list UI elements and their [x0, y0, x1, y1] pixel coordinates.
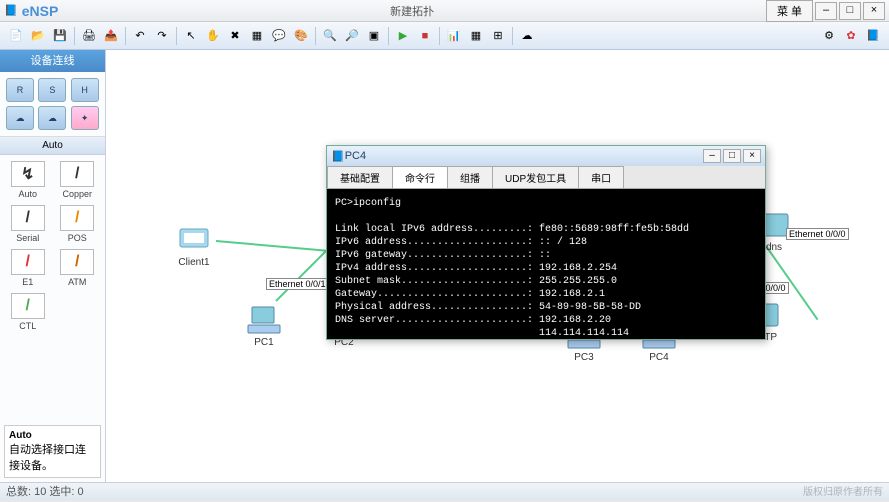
palette-icon[interactable]: 🎨	[291, 26, 311, 46]
settings-icon[interactable]: ⚙	[819, 26, 839, 46]
node-client1[interactable]: Client1	[176, 225, 212, 268]
link-label: ATM	[56, 277, 100, 287]
cloud-category-icon[interactable]: ☁	[6, 106, 34, 130]
tab-multicast[interactable]: 组播	[447, 166, 493, 188]
menu-button[interactable]: 菜 单	[766, 0, 813, 22]
switch-category-icon[interactable]: S	[38, 78, 66, 102]
desc-title: Auto	[9, 430, 32, 441]
window-title: 新建拓扑	[58, 3, 766, 19]
tab-serial[interactable]: 串口	[578, 166, 624, 188]
stop-icon[interactable]: ■	[415, 26, 435, 46]
router-category-icon[interactable]: R	[6, 78, 34, 102]
save-icon[interactable]: 💾	[50, 26, 70, 46]
link-label: POS	[56, 233, 100, 243]
grid-icon[interactable]: ▦	[466, 26, 486, 46]
pc4-min-button[interactable]: –	[703, 149, 721, 163]
node-label: Client1	[176, 257, 212, 268]
pc4-title: PC4	[345, 150, 701, 162]
port-label: Ethernet 0/0/1	[266, 278, 329, 290]
device-category-grid: R S H ☁ ☁ ✦	[0, 72, 105, 137]
statusbar: 总数: 10 选中: 0	[0, 482, 889, 500]
sidebar-header: 设备连线	[0, 50, 105, 72]
hand-icon[interactable]: ✋	[203, 26, 223, 46]
capture-icon[interactable]: 📊	[444, 26, 464, 46]
link-type-ctl[interactable]: /	[11, 293, 45, 319]
delete-icon[interactable]: ✖	[225, 26, 245, 46]
toolbar: 📄 📂 💾 🖨 📤 ↶ ↷ ↖ ✋ ✖ ▦ 💬 🎨 🔍 🔎 ▣ ▶ ■ 📊 ▦ …	[0, 22, 889, 50]
link-type-copper[interactable]: /	[60, 161, 94, 187]
node-label: PC3	[566, 352, 602, 363]
link-type-pos[interactable]: /	[60, 205, 94, 231]
firewall-category-icon[interactable]: ☁	[38, 106, 66, 130]
undo-icon[interactable]: ↶	[130, 26, 150, 46]
close-button[interactable]: ×	[863, 2, 885, 20]
link-label: CTL	[6, 321, 50, 331]
text-icon[interactable]: 💬	[269, 26, 289, 46]
pc4-tabs: 基础配置 命令行 组播 UDP发包工具 串口	[327, 166, 765, 189]
port-label: Ethernet 0/0/0	[786, 228, 849, 240]
help-icon[interactable]: 📘	[863, 26, 883, 46]
fit-icon[interactable]: ▣	[364, 26, 384, 46]
sidebar: 设备连线 R S H ☁ ☁ ✦ Auto ↯ Auto / Copper / Seria…	[0, 50, 106, 482]
node-label: PC1	[246, 337, 282, 348]
description-box: Auto 自动选择接口连接设备。	[4, 425, 101, 478]
app-logo-icon: 📘	[4, 4, 18, 17]
print-icon[interactable]: 🖨	[79, 26, 99, 46]
maximize-button[interactable]: □	[839, 2, 861, 20]
align-icon[interactable]: ⊞	[488, 26, 508, 46]
watermark: 版权归原作者所有	[803, 483, 883, 498]
tab-basic[interactable]: 基础配置	[327, 166, 393, 188]
huawei-icon[interactable]: ✿	[841, 26, 861, 46]
link-label: Serial	[6, 233, 50, 243]
link-category-icon[interactable]: ✦	[71, 106, 99, 130]
zoomout-icon[interactable]: 🔎	[342, 26, 362, 46]
pc4-max-button[interactable]: □	[723, 149, 741, 163]
arrow-icon[interactable]: ↖	[181, 26, 201, 46]
link-type-serial[interactable]: /	[11, 205, 45, 231]
tool1-icon[interactable]: ▦	[247, 26, 267, 46]
link-type-grid: ↯ Auto / Copper / Serial / POS / E1 / ATM / CTL	[0, 155, 105, 337]
pc4-icon: 📘	[331, 150, 345, 163]
tab-cli[interactable]: 命令行	[392, 166, 448, 188]
redo-icon[interactable]: ↷	[152, 26, 172, 46]
status-count: 总数: 10 选中: 0	[6, 486, 84, 498]
auto-header: Auto	[0, 137, 105, 155]
zoomin-icon[interactable]: 🔍	[320, 26, 340, 46]
link-type-atm[interactable]: /	[60, 249, 94, 275]
export-icon[interactable]: 📤	[101, 26, 121, 46]
cloud-icon[interactable]: ☁	[517, 26, 537, 46]
link-label: Copper	[56, 189, 100, 199]
desc-text: 自动选择接口连接设备。	[9, 444, 86, 472]
pc4-close-button[interactable]: ×	[743, 149, 761, 163]
node-pc1[interactable]: PC1	[246, 305, 282, 348]
pc4-titlebar[interactable]: 📘 PC4 – □ ×	[327, 146, 765, 166]
open-icon[interactable]: 📂	[28, 26, 48, 46]
play-icon[interactable]: ▶	[393, 26, 413, 46]
pc4-window[interactable]: 📘 PC4 – □ × 基础配置 命令行 组播 UDP发包工具 串口 PC>ip…	[326, 145, 766, 340]
app-name: eNSP	[22, 3, 59, 19]
new-icon[interactable]: 📄	[6, 26, 26, 46]
topology-canvas[interactable]: Client1 PC1 PC2 PC3 PC4 dns HTTP Etherne…	[106, 50, 889, 482]
link-type-e1[interactable]: /	[11, 249, 45, 275]
link-type-auto[interactable]: ↯	[11, 161, 45, 187]
terminal-output[interactable]: PC>ipconfig Link local IPv6 address.....…	[327, 189, 765, 339]
tab-udp[interactable]: UDP发包工具	[492, 166, 579, 188]
node-label: PC4	[641, 352, 677, 363]
titlebar: 📘 eNSP 新建拓扑 菜 单 – □ ×	[0, 0, 889, 22]
link-label: E1	[6, 277, 50, 287]
link-label: Auto	[6, 189, 50, 199]
minimize-button[interactable]: –	[815, 2, 837, 20]
wlan-category-icon[interactable]: H	[71, 78, 99, 102]
